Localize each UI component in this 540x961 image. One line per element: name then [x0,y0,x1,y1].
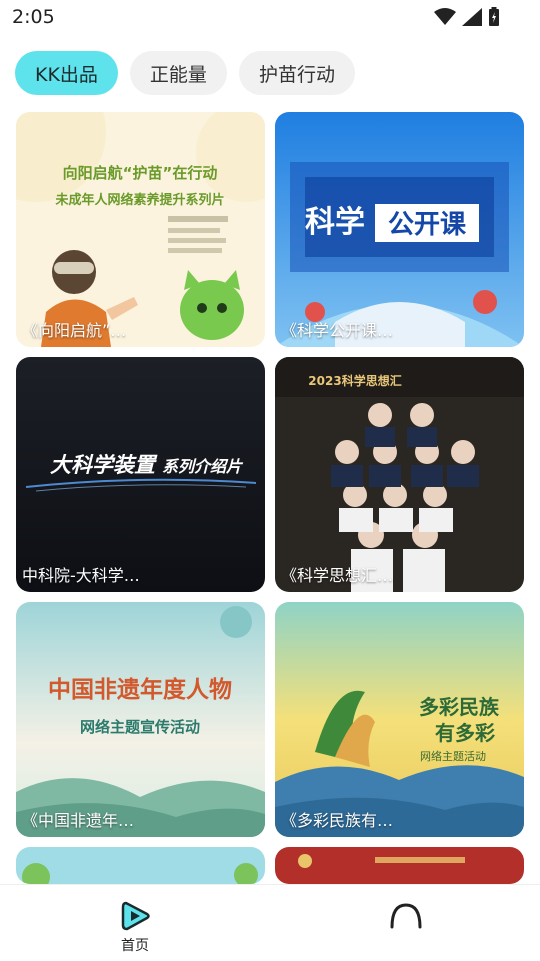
art-title-1: 大科学装置 [50,453,158,477]
video-title: 《向阳启航”… [22,321,127,340]
art-title-1: 中国非遗年度人物 [48,676,232,703]
thumbnail-image: 大科学装置 系列介绍片 [16,357,265,592]
art-title-1: 科学 [305,205,365,240]
video-card[interactable]: 中国非遗年度人物 网络主题宣传活动 《中国非遗年… [16,602,265,837]
video-card[interactable] [275,847,524,884]
art-title-2: 网络主题宣传活动 [80,718,200,736]
home-play-icon [121,901,150,931]
video-card[interactable] [16,847,265,884]
thumbnail-image: 中国非遗年度人物 网络主题宣传活动 [16,602,265,837]
thumbnail-image: 向阳启航“护苗”在行动 未成年人网络素养提升系列片 [16,112,265,347]
art-title-1: 向阳启航“护苗”在行动 [63,164,218,182]
art-title-2: 系列介绍片 [162,457,244,476]
video-card[interactable]: 科学 公开课 《科学公开课… [275,112,524,347]
video-card[interactable]: 大科学装置 系列介绍片 中科院-大科学… [16,357,265,592]
nav-profile[interactable] [386,899,426,929]
bottom-navigation: 首页 [0,884,540,961]
tab-protect-youth[interactable]: 护苗行动 [238,51,355,95]
status-time: 2:05 [12,6,55,28]
art-title-3: 网络主题活动 [420,749,486,763]
nav-home[interactable]: 首页 [106,899,164,959]
thumbnail-image [16,847,265,884]
video-title: 《多彩民族有… [281,811,394,830]
art-title-1: 2023科学思想汇 [308,373,401,388]
battery-icon [489,7,499,26]
video-title: 《科学思想汇… [281,566,394,585]
status-bar: 2:05 [0,0,540,36]
video-title: 《科学公开课… [281,321,394,340]
thumbnail-image: 2023科学思想汇 [275,357,524,592]
tab-kk-produced[interactable]: KK出品 [15,51,118,95]
tab-positive-energy[interactable]: 正能量 [129,51,227,95]
status-icons [434,6,500,28]
art-title-2: 公开课 [388,210,467,240]
thumbnail-image [275,847,524,884]
video-card[interactable]: 向阳启航“护苗”在行动 未成年人网络素养提升系列片 《向阳启航”… [16,112,265,347]
thumbnail-image: 多彩民族 有多彩 网络主题活动 [275,602,524,837]
wifi-icon [434,8,456,25]
signal-icon [462,8,482,26]
art-title-1: 多彩民族 [419,695,500,719]
nav-home-label: 首页 [121,938,149,954]
video-card[interactable]: 2023科学思想汇 《科学思想汇… [275,357,524,592]
art-title-2: 有多彩 [435,721,495,745]
thumbnail-image: 科学 公开课 [275,112,524,347]
video-card[interactable]: 多彩民族 有多彩 网络主题活动 《多彩民族有… [275,602,524,837]
category-tabs: KK出品 正能量 护苗行动 [15,51,355,95]
art-title-2: 未成年人网络素养提升系列片 [54,192,224,208]
video-title: 中科院-大科学… [22,566,140,585]
video-title: 《中国非遗年… [22,811,135,830]
profile-icon [390,903,422,929]
